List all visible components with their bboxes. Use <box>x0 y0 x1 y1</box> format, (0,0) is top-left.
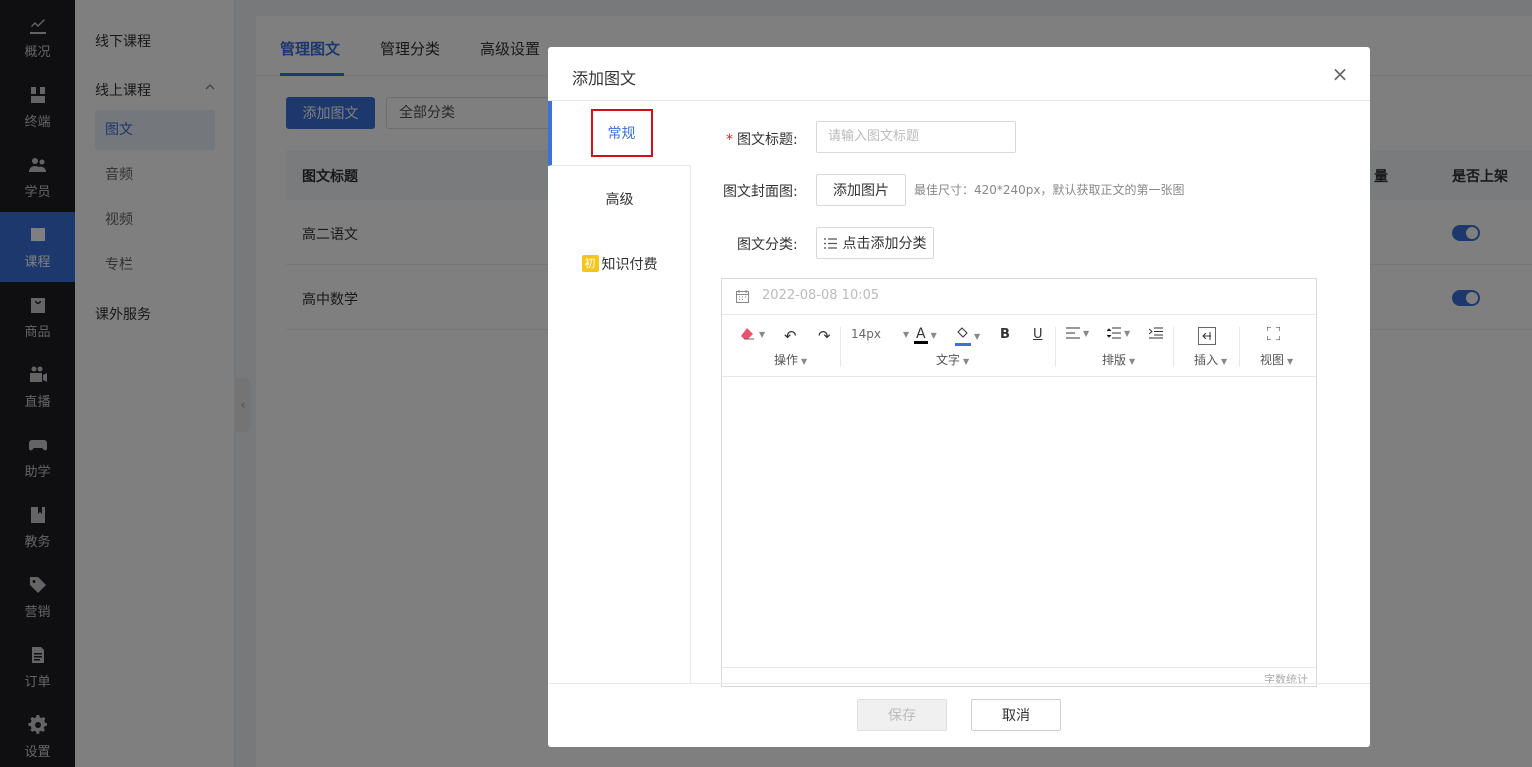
insert-icon <box>1198 327 1216 345</box>
align-left-icon <box>1066 327 1080 339</box>
editor-toolbar: ▼ ↶ ↷ 操作 ▼ 14px ▼ A ▼ ▼ B U 文字 ▼ ▼ ▼ 排版 ▼ 插入 ▼… <box>722 315 1316 377</box>
redo-button[interactable]: ↷ <box>818 327 831 345</box>
fill-color-button[interactable]: ▼ <box>955 327 980 346</box>
indent-button[interactable] <box>1149 327 1163 339</box>
cancel-button[interactable]: 取消 <box>971 699 1061 731</box>
bold-button[interactable]: B <box>1000 327 1010 342</box>
undo-button[interactable]: ↶ <box>784 327 797 345</box>
add-graphic-dialog: 添加图文 × 常规 高级 初知识付费 * 图文标题: 请输入图文标题 图文封面图:… <box>548 47 1370 747</box>
redo-icon: ↷ <box>818 327 831 345</box>
fill-color-icon <box>955 327 971 346</box>
align-button[interactable]: ▼ <box>1066 327 1089 339</box>
cover-hint: 最佳尺寸：420*240px，默认获取正文的第一张图 <box>914 183 1185 197</box>
editor-footer: 字数统计 <box>722 667 1316 687</box>
dialog-title: 添加图文 <box>572 69 637 88</box>
title-input[interactable]: 请输入图文标题 <box>816 121 1016 153</box>
toolbar-divider <box>1173 327 1174 367</box>
cover-label: 图文封面图: <box>723 184 798 200</box>
paid-badge-icon: 初 <box>581 255 599 272</box>
side-tab-advanced[interactable]: 高级 <box>548 166 691 231</box>
editor-content-area[interactable] <box>722 377 1316 667</box>
add-category-button[interactable]: 点击添加分类 <box>816 227 934 259</box>
divider <box>548 683 1370 684</box>
font-color-button[interactable]: A ▼ <box>914 327 937 344</box>
rich-text-editor: 2022-08-08 10:05 ▼ ↶ ↷ 操作 ▼ 14px ▼ A ▼ ▼ B … <box>721 278 1317 687</box>
fullscreen-button[interactable] <box>1267 327 1280 340</box>
insert-button[interactable] <box>1198 327 1216 345</box>
category-label: 图文分类: <box>737 237 798 253</box>
group-insert[interactable]: 插入 ▼ <box>1194 351 1227 368</box>
publish-date-field[interactable]: 2022-08-08 10:05 <box>722 279 1316 315</box>
toolbar-divider <box>1239 327 1240 367</box>
toolbar-divider <box>1055 327 1056 367</box>
list-icon <box>823 237 837 249</box>
font-color-icon: A <box>914 326 928 344</box>
group-view[interactable]: 视图 ▼ <box>1260 351 1293 368</box>
calendar-icon <box>736 290 749 303</box>
eraser-icon <box>741 328 754 340</box>
group-operation[interactable]: 操作 ▼ <box>774 351 807 368</box>
underline-button[interactable]: U <box>1033 327 1043 342</box>
font-size-select[interactable]: 14px ▼ <box>851 327 909 341</box>
dialog-side-tabs: 常规 高级 初知识付费 <box>548 101 691 683</box>
side-tab-paid-knowledge[interactable]: 初知识付费 <box>548 231 691 296</box>
side-tab-general[interactable]: 常规 <box>548 101 691 166</box>
title-label: * 图文标题: <box>726 132 798 148</box>
save-button[interactable]: 保存 <box>857 699 947 731</box>
fullscreen-icon <box>1267 327 1280 340</box>
toolbar-divider <box>840 327 841 367</box>
publish-date-value: 2022-08-08 10:05 <box>762 288 880 303</box>
word-count[interactable]: 字数统计 <box>1264 671 1308 687</box>
line-height-button[interactable]: ▼ <box>1107 327 1130 339</box>
close-icon[interactable]: × <box>1330 64 1350 84</box>
line-height-icon <box>1107 327 1121 339</box>
eraser-button[interactable]: ▼ <box>740 327 765 341</box>
undo-icon: ↶ <box>784 327 797 345</box>
indent-icon <box>1149 327 1163 339</box>
group-layout[interactable]: 排版 ▼ <box>1102 351 1135 368</box>
add-image-button[interactable]: 添加图片 <box>816 174 906 206</box>
group-text[interactable]: 文字 ▼ <box>936 351 969 368</box>
